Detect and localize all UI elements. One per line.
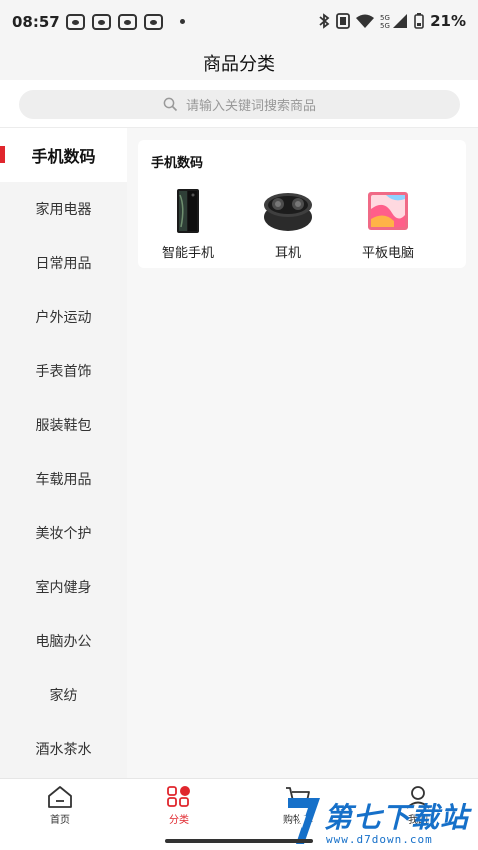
paw-notification-icon: [66, 14, 85, 30]
sidebar-item-label: 手机数码: [31, 147, 96, 166]
sidebar-item-textiles[interactable]: 家纺: [0, 668, 127, 722]
section-title: 手机数码: [151, 156, 204, 171]
sidebar-item-appliances[interactable]: 家用电器: [0, 182, 127, 236]
tab-label: 首页: [50, 815, 70, 826]
svg-text:5G: 5G: [380, 14, 390, 22]
nav-bar: 商品分类: [0, 44, 478, 80]
tablet-icon: [358, 186, 418, 236]
tab-category[interactable]: 分类: [139, 785, 219, 826]
category-icon: [167, 786, 190, 807]
watermark-url: www.d7down.com: [326, 833, 433, 846]
product-label: 耳机: [274, 246, 301, 261]
bluetooth-icon: [319, 13, 330, 29]
subcategory-smartphone[interactable]: 智能手机: [138, 186, 238, 261]
search-placeholder: 请输入关键词搜索商品: [185, 99, 316, 114]
paw-notification-icon: [92, 14, 111, 30]
paw-notification-icon: [118, 14, 137, 30]
sidebar-item-label: 车载用品: [35, 472, 92, 488]
sidebar-item-label: 美妆个护: [35, 526, 92, 542]
watermark-text: 第七下载站: [324, 801, 470, 834]
wifi-icon: [356, 14, 375, 28]
sidebar-item-label: 酒水茶水: [35, 742, 92, 758]
sidebar-item-label: 家用电器: [35, 202, 92, 218]
sidebar-item-apparel[interactable]: 服装鞋包: [0, 398, 127, 452]
more-notifications-dot: [180, 19, 185, 24]
product-label: 智能手机: [161, 246, 214, 261]
sidebar-item-label: 室内健身: [35, 580, 92, 596]
battery-percent: 21%: [430, 12, 466, 30]
notification-icons: [66, 14, 163, 30]
sidebar-item-outdoor[interactable]: 户外运动: [0, 290, 127, 344]
product-label: 平板电脑: [361, 246, 414, 261]
status-bar: 08:57 5G 5G 21%: [0, 0, 478, 44]
subcategory-panel: 手机数码 智能手机 耳机 平板电脑: [138, 140, 466, 268]
category-content: 手机数码 智能手机 耳机 平板电脑: [127, 128, 478, 778]
sidebar-item-drinks[interactable]: 酒水茶水: [0, 722, 127, 776]
category-sidebar: 手机数码 家用电器 日常用品 户外运动 手表首饰 服装鞋包 车载用品 美妆个护 …: [0, 128, 127, 778]
home-icon: [48, 786, 72, 808]
search-input[interactable]: 请输入关键词搜索商品: [19, 90, 460, 119]
sidebar-item-fitness[interactable]: 室内健身: [0, 560, 127, 614]
sidebar-item-label: 家纺: [49, 688, 78, 704]
nfc-icon: [336, 13, 350, 29]
sidebar-item-label: 手表首饰: [35, 364, 92, 380]
subcategory-grid: 智能手机 耳机 平板电脑: [138, 186, 466, 261]
signal-5g-icon: 5G5G: [380, 14, 408, 29]
svg-text:5G: 5G: [380, 22, 390, 29]
status-time: 08:57: [12, 13, 60, 31]
subcategory-earphones[interactable]: 耳机: [238, 186, 338, 261]
search-icon: [163, 97, 178, 112]
sidebar-item-watches-jewelry[interactable]: 手表首饰: [0, 344, 127, 398]
earbuds-case-icon: [258, 186, 318, 236]
sidebar-item-digital[interactable]: 手机数码: [0, 128, 127, 182]
sidebar-item-label: 日常用品: [35, 256, 92, 272]
foldable-phone-icon: [158, 186, 218, 236]
home-indicator: [165, 839, 313, 843]
subcategory-tablet[interactable]: 平板电脑: [338, 186, 438, 261]
sidebar-item-label: 户外运动: [35, 310, 92, 326]
tab-home[interactable]: 首页: [20, 785, 100, 826]
search-area: 请输入关键词搜索商品: [0, 80, 478, 128]
status-indicators: 5G 5G 21%: [318, 12, 466, 30]
sidebar-item-car[interactable]: 车载用品: [0, 452, 127, 506]
sidebar-item-daily-goods[interactable]: 日常用品: [0, 236, 127, 290]
battery-icon: [414, 13, 424, 29]
page-title: 商品分类: [203, 54, 275, 75]
sidebar-item-label: 服装鞋包: [35, 418, 92, 434]
sidebar-item-label: 电脑办公: [35, 634, 92, 650]
sidebar-item-office[interactable]: 电脑办公: [0, 614, 127, 668]
sidebar-item-beauty[interactable]: 美妆个护: [0, 506, 127, 560]
tab-label: 分类: [169, 815, 189, 826]
paw-notification-icon: [144, 14, 163, 30]
